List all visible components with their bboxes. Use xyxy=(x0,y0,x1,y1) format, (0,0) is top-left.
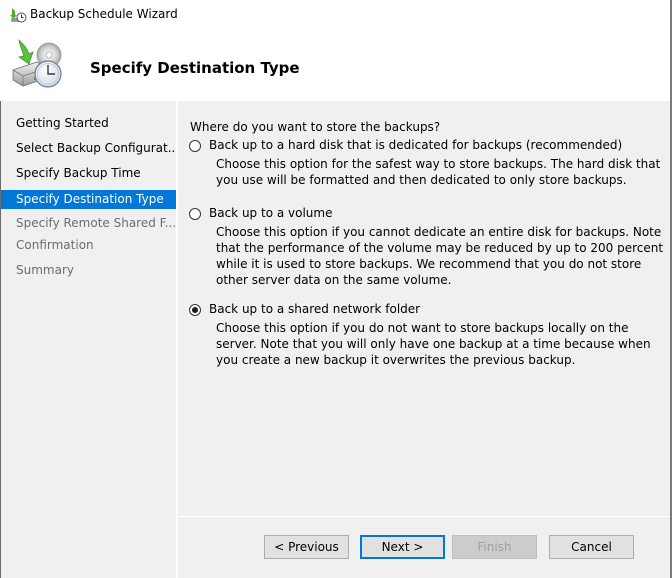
step-getting-started[interactable]: Getting Started xyxy=(1,114,176,133)
backup-schedule-icon xyxy=(9,7,27,23)
step-summary: Summary xyxy=(16,263,74,277)
destination-options-panel: Where do you want to store the backups? … xyxy=(178,101,670,516)
backup-disk-clock-icon xyxy=(7,36,63,92)
option-shared-network-folder-description: Choose this option if you do not want to… xyxy=(216,321,651,367)
option-dedicated-disk-description: Choose this option for the safest way to… xyxy=(216,157,661,187)
step-specify-destination-type[interactable]: Specify Destination Type xyxy=(1,190,176,209)
step-specify-remote-shared-folder: Specify Remote Shared F... xyxy=(16,216,176,230)
title-bar: Backup Schedule Wizard xyxy=(0,0,670,30)
step-confirmation: Confirmation xyxy=(16,238,94,252)
option-volume-description: Choose this option if you cannot dedicat… xyxy=(216,225,664,287)
option-shared-network-folder-label[interactable]: Back up to a shared network folder xyxy=(209,302,420,316)
window-title: Backup Schedule Wizard xyxy=(30,7,178,21)
option-dedicated-disk-label[interactable]: Back up to a hard disk that is dedicated… xyxy=(209,138,622,152)
wizard-header: Specify Destination Type xyxy=(0,30,670,101)
wizard-steps-sidebar: Getting Started Select Backup Configurat… xyxy=(1,101,176,578)
step-select-backup-config[interactable]: Select Backup Configurat... xyxy=(1,139,176,158)
page-title: Specify Destination Type xyxy=(90,59,300,77)
step-specify-backup-time[interactable]: Specify Backup Time xyxy=(1,164,176,183)
next-button[interactable]: Next > xyxy=(360,535,445,559)
radio-dedicated-disk[interactable] xyxy=(189,140,201,152)
radio-shared-network-folder[interactable] xyxy=(189,304,201,316)
option-volume-label[interactable]: Back up to a volume xyxy=(209,206,332,220)
wizard-footer: < Previous Next > Finish Cancel xyxy=(178,517,670,578)
radio-volume[interactable] xyxy=(189,208,201,220)
finish-button: Finish xyxy=(452,535,537,559)
previous-button[interactable]: < Previous xyxy=(264,535,349,559)
cancel-button[interactable]: Cancel xyxy=(549,535,634,559)
question-label: Where do you want to store the backups? xyxy=(190,120,441,134)
